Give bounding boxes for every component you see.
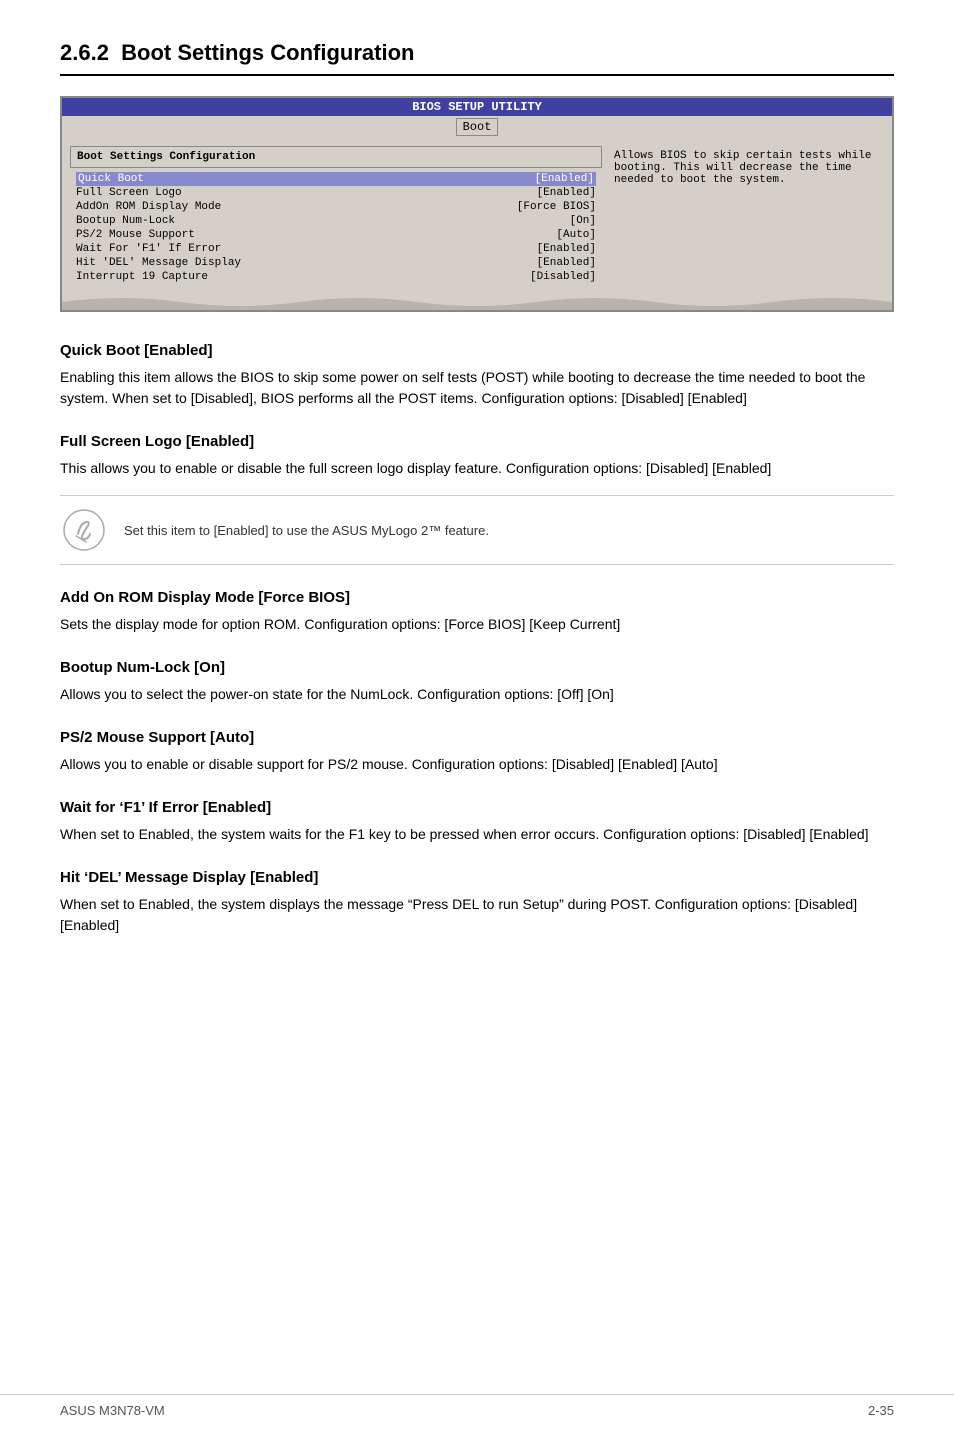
bios-row: Quick Boot [Enabled]: [76, 172, 596, 186]
bios-left-panel: Boot Settings Configuration Quick Boot [E…: [70, 146, 602, 284]
bios-row: AddOn ROM Display Mode [Force BIOS]: [76, 200, 596, 214]
bios-titlebar: BIOS SETUP UTILITY: [62, 98, 892, 116]
bios-screenshot: BIOS SETUP UTILITY Boot Boot Settings Co…: [60, 96, 894, 312]
bios-row-value: [Enabled]: [537, 187, 596, 199]
bios-row-label: AddOn ROM Display Mode: [76, 201, 221, 213]
section-body: When set to Enabled, the system displays…: [60, 894, 894, 936]
section-title-text: Boot Settings Configuration: [121, 40, 414, 65]
note-text: Set this item to [Enabled] to use the AS…: [124, 523, 489, 538]
bios-row: PS/2 Mouse Support [Auto]: [76, 228, 596, 242]
section-body: When set to Enabled, the system waits fo…: [60, 824, 894, 845]
section-heading: Hit ‘DEL’ Message Display [Enabled]: [60, 869, 894, 886]
page-footer: ASUS M3N78-VM 2-35: [0, 1394, 954, 1418]
bios-row: Wait For 'F1' If Error [Enabled]: [76, 242, 596, 256]
bios-row-value: [Disabled]: [530, 271, 596, 283]
section-heading: Quick Boot [Enabled]: [60, 342, 894, 359]
section-body: Allows you to select the power-on state …: [60, 684, 894, 705]
bios-row: Full Screen Logo [Enabled]: [76, 186, 596, 200]
bios-row: Interrupt 19 Capture [Disabled]: [76, 270, 596, 284]
bios-content: Boot Settings Configuration Quick Boot [E…: [62, 138, 892, 292]
section-heading: Add On ROM Display Mode [Force BIOS]: [60, 589, 894, 606]
bios-row-value: [Enabled]: [537, 243, 596, 255]
footer-right: 2-35: [868, 1403, 894, 1418]
note-icon: [60, 506, 108, 554]
section-body: Sets the display mode for option ROM. Co…: [60, 614, 894, 635]
footer-left: ASUS M3N78-VM: [60, 1403, 165, 1418]
section-body: This allows you to enable or disable the…: [60, 458, 894, 479]
bios-row-value: [On]: [570, 215, 596, 227]
bios-options-table: Quick Boot [Enabled] Full Screen Logo [Enab…: [70, 172, 602, 284]
bios-row-label: Hit 'DEL' Message Display: [76, 257, 241, 269]
bios-row-value: [Enabled]: [535, 173, 594, 185]
bios-row: Bootup Num-Lock [On]: [76, 214, 596, 228]
page-title: 2.6.2 Boot Settings Configuration: [60, 40, 894, 76]
section-heading: Wait for ‘F1’ If Error [Enabled]: [60, 799, 894, 816]
sections-container: Quick Boot [Enabled] Enabling this item a…: [60, 342, 894, 936]
section-heading: PS/2 Mouse Support [Auto]: [60, 729, 894, 746]
bios-row-value: [Auto]: [556, 229, 596, 241]
bios-row-label: Interrupt 19 Capture: [76, 271, 208, 283]
bios-row-value: [Enabled]: [537, 257, 596, 269]
bios-tabbar: Boot: [62, 116, 892, 138]
bios-right-panel: Allows BIOS to skip certain tests while …: [610, 146, 884, 284]
bios-title: BIOS SETUP UTILITY: [412, 100, 542, 114]
section-number: 2.6.2: [60, 40, 109, 65]
bios-row-label: Full Screen Logo: [76, 187, 182, 199]
bios-wave-decoration: [62, 292, 892, 310]
bios-row: Hit 'DEL' Message Display [Enabled]: [76, 256, 596, 270]
note-box: Set this item to [Enabled] to use the AS…: [60, 495, 894, 565]
bios-row-label: Bootup Num-Lock: [76, 215, 175, 227]
bios-tab-boot: Boot: [456, 118, 499, 136]
bios-row-label: Wait For 'F1' If Error: [76, 243, 221, 255]
section-body: Allows you to enable or disable support …: [60, 754, 894, 775]
section-heading: Bootup Num-Lock [On]: [60, 659, 894, 676]
bios-section-title: Boot Settings Configuration: [70, 146, 602, 168]
section-body: Enabling this item allows the BIOS to sk…: [60, 367, 894, 409]
bios-row-label: Quick Boot: [78, 173, 144, 185]
bios-row-value: [Force BIOS]: [517, 201, 596, 213]
bios-row-label: PS/2 Mouse Support: [76, 229, 195, 241]
section-heading: Full Screen Logo [Enabled]: [60, 433, 894, 450]
